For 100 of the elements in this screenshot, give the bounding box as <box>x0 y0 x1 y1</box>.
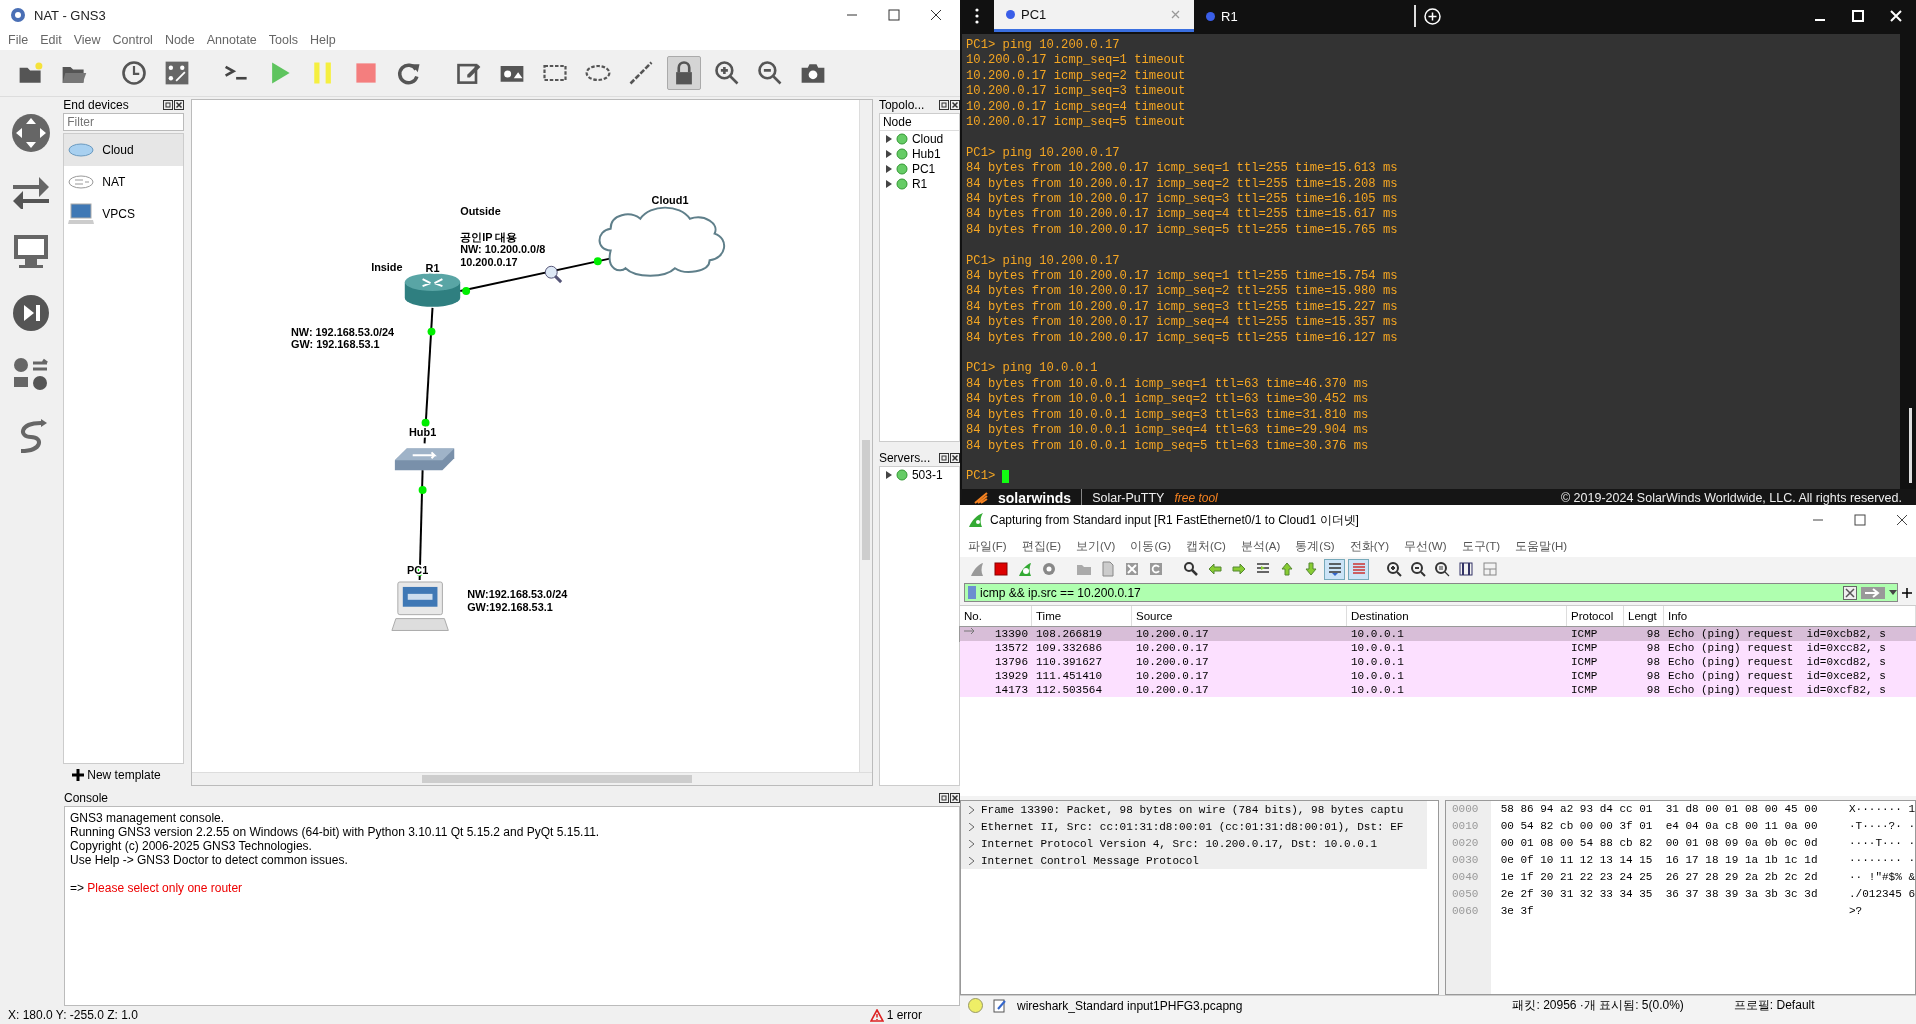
tree-item[interactable]: PC1 <box>879 161 959 176</box>
canvas-note[interactable]: NW:192.168.53.0/24 GW:192.168.53.1 <box>467 587 568 613</box>
canvas-note[interactable]: Outside <box>460 204 501 217</box>
menu-item[interactable]: 전화(Y) <box>1349 538 1389 554</box>
canvas-note[interactable]: NW: 192.168.53.0/24 GW: 192.168.53.1 <box>290 325 395 351</box>
dropdown-caret-icon[interactable] <box>1889 589 1897 596</box>
play-pause-category-icon[interactable] <box>10 293 51 333</box>
detail-row[interactable]: Ethernet II, Src: cc:01:31:d8:00:01 (cc:01:31:d8:00:01), Dst: EF <box>961 818 1427 835</box>
menu-item[interactable]: Control <box>112 33 153 47</box>
text-cursor <box>1002 469 1010 483</box>
tree-item[interactable]: Hub1 <box>879 146 959 161</box>
close-icon[interactable] <box>173 100 184 110</box>
float-icon[interactable] <box>939 100 949 110</box>
menu-item[interactable]: 캡처(C) <box>1186 538 1226 554</box>
packet-row[interactable]: 14173 112.503564 10.200.0.17 10.0.0.1 ICMP 98 Echo (ping) request id=0xcf82, s <box>960 683 1916 697</box>
zoom-in-icon <box>1385 561 1402 577</box>
console-line: GNS3 management console. <box>70 811 226 825</box>
menu-item[interactable]: View <box>73 33 101 47</box>
flame-logo-icon <box>974 491 988 504</box>
close-icon[interactable] <box>950 100 960 110</box>
tree-item[interactable]: 503-1 <box>879 467 959 482</box>
switch-category-icon[interactable] <box>10 175 51 209</box>
device-item[interactable]: VPCS <box>64 198 183 230</box>
status-dot-icon <box>895 147 908 160</box>
clear-filter-icon[interactable] <box>1843 585 1857 600</box>
menu-item[interactable]: Help <box>310 33 336 47</box>
router-category-icon[interactable] <box>10 113 51 153</box>
close-icon[interactable] <box>950 453 960 463</box>
panel-title: End devices <box>63 98 129 112</box>
terminal-line: 10.200.0.17 icmp_seq=1 timeout <box>966 53 1187 69</box>
profile-label[interactable]: 프로필: Default <box>1733 997 1815 1014</box>
float-icon[interactable] <box>162 100 173 110</box>
close-tab-icon[interactable] <box>1171 10 1180 19</box>
menu-item[interactable]: 파일(F) <box>968 538 1007 554</box>
scrollbar-thumb[interactable] <box>1909 407 1912 483</box>
more-options-icon[interactable] <box>975 8 979 24</box>
canvas-note[interactable]: 공인IP 대용 NW: 10.200.0.0/8 10.200.0.17 <box>460 230 546 269</box>
packet-row[interactable]: 13796 110.391627 10.200.0.17 10.0.0.1 ICMP 98 Echo (ping) request id=0xcd82, s <box>960 655 1916 669</box>
menu-item[interactable]: 편집(E) <box>1021 538 1062 554</box>
filter-field[interactable]: Filter <box>63 113 184 131</box>
display-filter-field[interactable]: icmp && ip.src == 10.200.0.17 <box>964 583 1898 602</box>
cloud-node-icon[interactable] <box>598 206 725 277</box>
hex-offset: 0020 <box>1452 836 1480 851</box>
hex-offset: 0050 <box>1452 887 1480 902</box>
detail-row[interactable]: Frame 13390: Packet, 98 bytes on wire (784 bits), 98 bytes captu <box>961 801 1427 818</box>
float-icon[interactable] <box>939 793 949 803</box>
device-label: NAT <box>102 175 126 189</box>
autoscroll-button[interactable] <box>1324 558 1345 580</box>
device-item[interactable]: Cloud <box>64 134 183 166</box>
detail-row[interactable]: Internet Protocol Version 4, Src: 10.200.0.17, Dst: 10.0.0.1 <box>961 835 1427 852</box>
canvas-note[interactable]: Inside <box>371 261 403 274</box>
menu-item[interactable]: 통계(S) <box>1295 538 1335 554</box>
hex-bytes: 00 01 08 00 54 88 cb 82 00 01 08 09 0a 0b 0c 0d <box>1500 836 1819 851</box>
first-packet-icon <box>1278 561 1295 577</box>
hex-bytes: 2e 2f 30 31 32 33 34 35 36 37 38 39 3a 3b 3c 3d <box>1500 887 1819 902</box>
new-template-button[interactable]: New template <box>63 764 184 786</box>
forward-arrow-icon <box>1230 561 1247 577</box>
menu-item[interactable]: 도구(T) <box>1461 538 1501 554</box>
scrollbar-thumb[interactable] <box>861 440 870 560</box>
menu-item[interactable]: Annotate <box>206 33 257 47</box>
scrollbar-thumb[interactable] <box>421 775 692 783</box>
tree-item[interactable]: R1 <box>879 176 959 191</box>
device-item[interactable]: NAT <box>64 166 183 198</box>
menu-item[interactable]: Node <box>164 33 195 47</box>
new-tab-icon[interactable] <box>1424 7 1441 25</box>
menu-item[interactable]: Tools <box>268 33 298 47</box>
menu-item[interactable]: File <box>8 33 29 47</box>
close-icon[interactable] <box>1896 514 1908 526</box>
expand-arrow-icon[interactable] <box>885 470 892 479</box>
menu-item[interactable]: Edit <box>40 33 62 47</box>
close-icon[interactable] <box>950 793 960 803</box>
console-error-line: => Please select only one router <box>70 881 244 895</box>
hex-offset: 0010 <box>1452 819 1480 834</box>
pc-node-icon[interactable] <box>391 581 449 631</box>
status-dot-icon <box>895 132 908 145</box>
menu-item[interactable]: 이동(G) <box>1130 538 1171 554</box>
menu-item[interactable]: 도움말(H) <box>1515 538 1568 554</box>
notes-icon[interactable] <box>993 998 1007 1013</box>
float-icon[interactable] <box>939 453 949 463</box>
detail-row[interactable]: Internet Control Message Protocol <box>961 852 1427 869</box>
packet-row[interactable]: 13929 111.451410 10.200.0.17 10.0.0.1 ICMP 98 Echo (ping) request id=0xce82, s <box>960 669 1916 683</box>
packet-row[interactable]: 13572 109.332686 10.200.0.17 10.0.0.1 ICMP 98 Echo (ping) request id=0xcc82, s <box>960 641 1916 655</box>
tree-item[interactable]: Cloud <box>879 131 959 146</box>
lock-button[interactable] <box>667 56 701 90</box>
add-filter-icon[interactable] <box>1902 587 1912 598</box>
menu-item[interactable]: 분석(A) <box>1240 538 1281 554</box>
menu-item[interactable]: 보기(V) <box>1076 538 1116 554</box>
close-icon[interactable] <box>930 9 942 21</box>
error-count[interactable]: 1 error <box>886 1008 922 1022</box>
colorize-button[interactable] <box>1348 558 1369 580</box>
capture-magnifier-icon[interactable] <box>544 265 563 284</box>
router-node-icon[interactable] <box>404 273 461 307</box>
capture-file-name: wireshark_Standard input1PHFG3.pcapng <box>1017 998 1243 1013</box>
layout-icon <box>1481 561 1498 577</box>
menu-item[interactable]: 무선(W) <box>1404 538 1447 554</box>
packet-row[interactable]: 13390 108.266819 10.200.0.17 10.0.0.1 ICMP 98 Echo (ping) request id=0xcb82, s <box>960 627 1916 641</box>
hub-node-icon[interactable] <box>394 448 455 471</box>
window-title: Capturing from Standard input [R1 FastEthernet0/1 to Cloud1 이더넷] <box>990 511 1360 529</box>
search-icon <box>1182 561 1199 577</box>
session-tab[interactable]: PC1 <box>994 0 1194 32</box>
